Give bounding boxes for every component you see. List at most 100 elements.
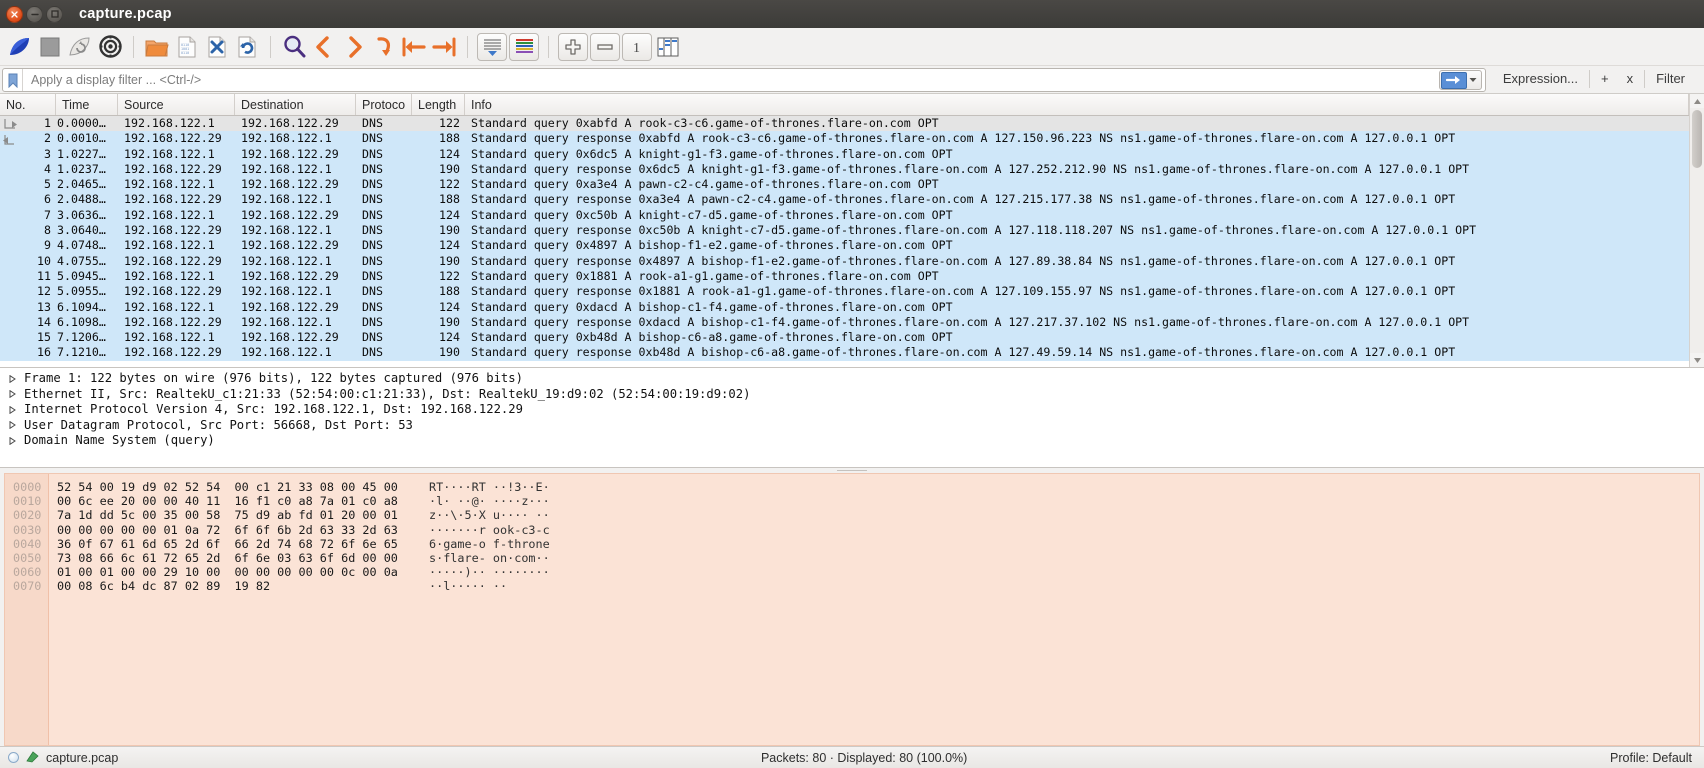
hex-line[interactable]: 0020 7a 1d dd 5c 00 35 00 58 75 d9 ab fd … (5, 508, 1699, 522)
hex-line[interactable]: 0010 00 6c ee 20 00 00 40 11 16 f1 c0 a8 … (5, 494, 1699, 508)
resize-columns-icon[interactable] (654, 33, 682, 61)
chevron-down-icon[interactable] (1467, 77, 1480, 83)
maximize-window-button[interactable] (46, 5, 63, 23)
table-row[interactable]: 2 0.0010… 192.168.122.29 192.168.122.1 DNS 18… (0, 131, 1689, 147)
cell-info: Standard query response 0xb48d A bishop-… (471, 345, 1456, 360)
go-forward-chevron-right-icon[interactable] (340, 33, 368, 61)
cell-time: 6.1098… (57, 314, 106, 329)
expand-triangle-icon[interactable] (7, 436, 18, 445)
apply-filter-button[interactable] (1438, 70, 1482, 90)
scroll-down-icon[interactable] (1690, 353, 1704, 367)
close-file-icon[interactable] (203, 33, 231, 61)
hex-line[interactable]: 0060 01 00 01 00 00 29 10 00 00 00 00 00 … (5, 565, 1699, 579)
hex-line[interactable]: 0040 36 0f 67 61 6d 65 2d 6f 66 2d 74 68 … (5, 537, 1699, 551)
packet-list-rows[interactable]: 1 0.0000… 192.168.122.1 192.168.122.29 DNS 12… (0, 116, 1689, 367)
status-left: capture.pcap (8, 750, 118, 766)
open-file-icon[interactable] (143, 33, 171, 61)
go-to-last-packet-icon[interactable] (430, 33, 458, 61)
column-header-info[interactable]: Info (465, 94, 1689, 115)
cell-length: 122 (439, 268, 460, 283)
bookmark-icon[interactable] (3, 69, 23, 91)
colorize-packets-icon[interactable] (509, 32, 539, 61)
go-to-packet-icon[interactable] (370, 33, 398, 61)
packet-list-pane[interactable]: No. Time Source Destination Protoco Leng… (0, 94, 1704, 368)
minimize-window-button[interactable] (26, 5, 43, 23)
hex-lines[interactable]: 0000 52 54 00 19 d9 02 52 54 00 c1 21 33 … (5, 480, 1699, 594)
column-header-source[interactable]: Source (118, 94, 235, 115)
go-to-first-packet-icon[interactable] (400, 33, 428, 61)
save-file-icon[interactable]: 0110 1001 0110 (173, 33, 201, 61)
cell-length: 190 (439, 314, 460, 329)
packet-detail-pane[interactable]: Frame 1: 122 bytes on wire (976 bits), 1… (0, 368, 1704, 468)
packet-bytes-pane[interactable]: 0000 52 54 00 19 d9 02 52 54 00 c1 21 33 … (4, 473, 1700, 746)
hex-line[interactable]: 0030 00 00 00 00 00 01 0a 72 6f 6f 6b 2d … (5, 523, 1699, 537)
column-header-length[interactable]: Length (412, 94, 465, 115)
column-header-no[interactable]: No. (0, 94, 56, 115)
capture-options-gear-icon[interactable] (96, 33, 124, 61)
go-back-chevron-left-icon[interactable] (310, 33, 338, 61)
arrow-right-icon[interactable] (1440, 71, 1467, 89)
zoom-out-minus-icon[interactable] (590, 32, 620, 61)
packet-list-scrollbar[interactable] (1689, 94, 1704, 367)
expand-triangle-icon[interactable] (7, 374, 18, 383)
detail-tree-item[interactable]: User Datagram Protocol, Src Port: 56668,… (0, 418, 1704, 434)
stop-capture-icon[interactable] (36, 33, 64, 61)
detail-tree-item[interactable]: Internet Protocol Version 4, Src: 192.16… (0, 402, 1704, 418)
column-header-protocol[interactable]: Protoco (356, 94, 412, 115)
table-row[interactable]: 4 1.0237… 192.168.122.29 192.168.122.1 DNS 19… (0, 161, 1689, 178)
capture-file-icon[interactable] (26, 750, 39, 766)
expand-triangle-icon[interactable] (7, 421, 18, 430)
table-row[interactable]: 11 5.0945… 192.168.122.1 192.168.122.29 DNS 1… (0, 268, 1689, 285)
detail-tree-item[interactable]: Ethernet II, Src: RealtekU_c1:21:33 (52:… (0, 387, 1704, 403)
expand-triangle-icon[interactable] (7, 390, 18, 399)
detail-tree-item[interactable]: Frame 1: 122 bytes on wire (976 bits), 1… (0, 371, 1704, 387)
display-filter-wrapper[interactable] (2, 68, 1486, 92)
clear-filter-button[interactable]: x (1618, 66, 1643, 92)
close-window-button[interactable] (6, 5, 23, 23)
table-row[interactable]: 8 3.0640… 192.168.122.29 192.168.122.1 DNS 19… (0, 223, 1689, 239)
hex-line[interactable]: 0000 52 54 00 19 d9 02 52 54 00 c1 21 33 … (5, 480, 1699, 494)
table-row[interactable]: 15 7.1206… 192.168.122.1 192.168.122.29 DNS 1… (0, 330, 1689, 346)
hex-ascii: 6·game-o f-throne (429, 536, 550, 551)
table-row[interactable]: 6 2.0488… 192.168.122.29 192.168.122.1 DNS 18… (0, 192, 1689, 208)
auto-scroll-icon[interactable] (477, 32, 507, 61)
expand-triangle-icon[interactable] (7, 405, 18, 414)
column-header-destination[interactable]: Destination (235, 94, 356, 115)
scrollbar-track[interactable] (1690, 108, 1704, 353)
table-row[interactable]: 16 7.1210… 192.168.122.29 192.168.122.1 DNS 1… (0, 345, 1689, 361)
reload-file-icon[interactable] (233, 33, 261, 61)
hex-line[interactable]: 0050 73 08 66 6c 61 72 65 2d 6f 6e 03 63 … (5, 551, 1699, 565)
status-profile-label[interactable]: Profile: Default (1610, 751, 1696, 765)
cell-no: 8 (44, 223, 51, 238)
add-filter-button[interactable]: + (1592, 66, 1618, 92)
display-filter-input[interactable] (23, 69, 1439, 91)
cell-time: 2.0465… (57, 177, 106, 192)
zoom-in-plus-icon[interactable] (558, 32, 588, 61)
table-row[interactable]: 12 5.0955… 192.168.122.29 192.168.122.1 DNS 1… (0, 284, 1689, 300)
scrollbar-thumb[interactable] (1692, 110, 1702, 168)
table-row[interactable]: 10 4.0755… 192.168.122.29 192.168.122.1 DNS 1… (0, 253, 1689, 269)
column-header-time[interactable]: Time (56, 94, 118, 115)
restart-capture-icon[interactable] (66, 33, 94, 61)
table-row[interactable]: 9 4.0748… 192.168.122.1 192.168.122.29 DNS 12… (0, 238, 1689, 254)
filter-label[interactable]: Filter (1647, 66, 1694, 92)
table-row[interactable]: 14 6.1098… 192.168.122.29 192.168.122.1 DNS 1… (0, 314, 1689, 331)
find-packet-magnifier-icon[interactable] (280, 33, 308, 61)
hex-line[interactable]: 0070 00 08 6c b4 dc 87 02 89 19 82 ··l····… (5, 579, 1699, 593)
table-row[interactable]: 3 1.0227… 192.168.122.1 192.168.122.29 DNS 12… (0, 146, 1689, 162)
table-row[interactable]: 5 2.0465… 192.168.122.1 192.168.122.29 DNS 12… (0, 177, 1689, 193)
cell-protocol: DNS (362, 177, 383, 192)
scroll-up-icon[interactable] (1690, 94, 1704, 108)
hex-ascii: ··l····· ·· (429, 579, 508, 594)
zoom-reset-one-icon[interactable]: 1 (622, 32, 652, 61)
cell-length: 124 (439, 238, 460, 253)
table-row[interactable]: 13 6.1094… 192.168.122.1 192.168.122.29 DNS 1… (0, 299, 1689, 315)
hex-ascii: RT····RT ··!3··E· (429, 480, 550, 494)
expression-button[interactable]: Expression... (1494, 66, 1587, 92)
detail-tree-item[interactable]: Domain Name System (query) (0, 433, 1704, 449)
start-capture-icon[interactable] (6, 33, 34, 61)
expert-info-icon[interactable] (8, 752, 19, 763)
table-row[interactable]: 7 3.0636… 192.168.122.1 192.168.122.29 DNS 12… (0, 207, 1689, 224)
table-row[interactable]: 1 0.0000… 192.168.122.1 192.168.122.29 DNS 12… (0, 116, 1689, 132)
cell-length: 122 (439, 116, 460, 130)
